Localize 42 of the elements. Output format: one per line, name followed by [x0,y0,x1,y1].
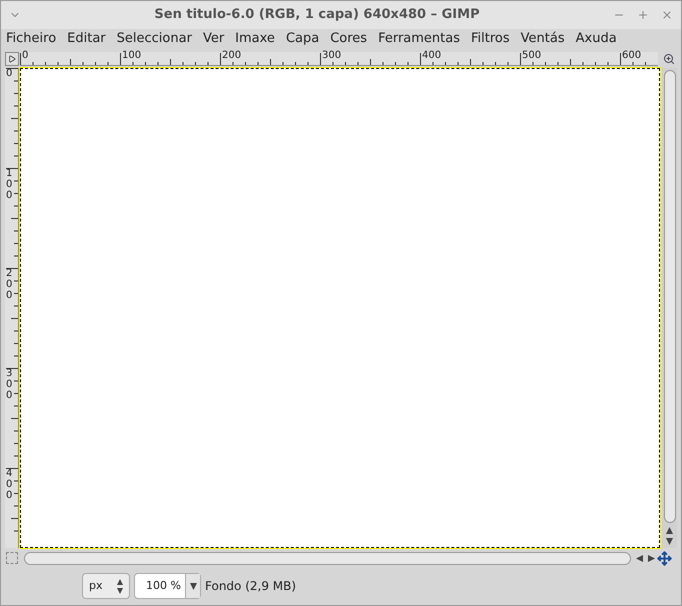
close-icon[interactable] [661,9,673,21]
window-title: Sen titulo-6.0 (RGB, 1 capa) 640x480 – GIMP [153,6,481,24]
menu-item[interactable]: Capa [286,29,320,49]
scroll-up-icon[interactable] [666,527,673,534]
ruler-label: 0 [6,68,14,79]
ruler-label: 0 [22,50,28,62]
layer-info: Fondo (2,9 MB) [205,578,296,595]
menu-item[interactable]: Ferramentas [378,29,460,49]
ruler-label: 200 [222,50,242,62]
ruler-label: 500 [522,50,542,62]
menu-item[interactable]: Ventás [520,29,565,49]
dropdown-icon[interactable] [190,582,196,590]
menu-item[interactable]: Imaxe [235,29,275,49]
menu-item[interactable]: Filtros [471,29,510,49]
scroll-right-icon[interactable] [648,554,655,562]
scroll-down-icon[interactable] [666,538,673,545]
menu-item[interactable]: Editar [67,29,106,49]
ruler-label: 100 [6,168,14,201]
zoom-icon[interactable] [663,53,675,65]
play-icon [8,55,16,63]
menu-item[interactable]: Seleccionar [116,29,192,49]
ruler-label: 400 [422,50,442,62]
menu-item[interactable]: Ver [202,29,224,49]
decrement-icon[interactable] [117,588,123,594]
ruler-label: 300 [6,368,14,401]
ruler-label: 100 [122,50,142,62]
menu-item[interactable]: Axuda [576,29,617,49]
menu-item[interactable]: Ficheiro [6,29,56,49]
ruler-corner-button[interactable] [5,52,19,66]
increment-icon[interactable] [117,578,123,584]
scroll-left-icon[interactable] [636,554,643,562]
ruler-label: 200 [6,268,14,301]
menu-item[interactable]: Cores [330,29,368,49]
vertical-scrollbar[interactable] [662,68,677,548]
maximize-icon[interactable] [637,9,649,21]
horizontal-scrollbar[interactable] [24,552,631,564]
zoom-selector[interactable]: 100 % [134,573,201,599]
navigate-icon[interactable] [657,550,672,566]
ruler-label: 400 [6,468,14,501]
ruler-label: 300 [322,50,342,62]
unit-selector[interactable]: px [82,573,130,599]
ruler-label: 600 [622,50,642,62]
